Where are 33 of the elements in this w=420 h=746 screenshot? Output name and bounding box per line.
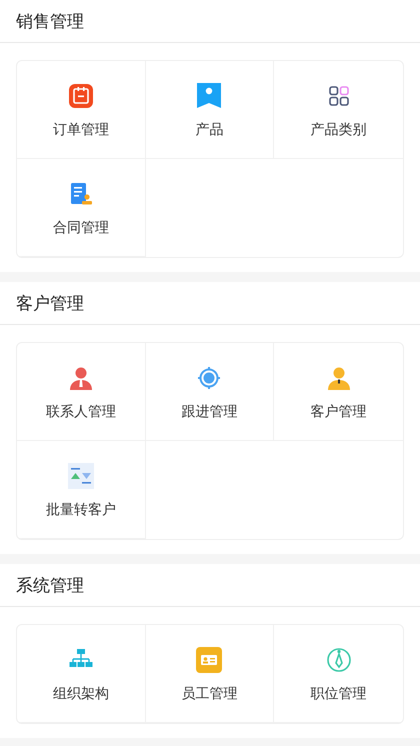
menu-label: 跟进管理 <box>181 403 238 421</box>
menu-label: 职位管理 <box>310 685 367 703</box>
bookmark-icon <box>196 83 222 109</box>
section-title: 系统管理 <box>16 574 84 596</box>
menu-label: 产品 <box>195 121 224 139</box>
menu-label: 组织架构 <box>52 685 109 703</box>
menu-item[interactable]: 客户管理 <box>274 343 403 441</box>
menu-item[interactable]: 员工管理 <box>146 625 274 723</box>
menu-item[interactable]: 联系人管理 <box>17 343 146 441</box>
menu-item[interactable]: 批量转客户 <box>17 441 146 539</box>
person-icon <box>326 365 352 391</box>
menu-label: 订单管理 <box>52 121 109 139</box>
id-card-icon <box>196 647 222 673</box>
section-title: 销售管理 <box>16 10 84 32</box>
target-icon <box>196 365 222 391</box>
menu-label: 客户管理 <box>310 403 367 421</box>
menu-item[interactable]: 职位管理 <box>274 625 403 723</box>
menu-item[interactable]: 产品 <box>146 61 274 159</box>
menu-label: 批量转客户 <box>46 501 116 519</box>
menu-item[interactable]: 跟进管理 <box>146 343 274 441</box>
menu-item[interactable]: 合同管理 <box>17 159 146 257</box>
menu-item[interactable]: 组织架构 <box>17 625 146 723</box>
menu-label: 员工管理 <box>181 685 238 703</box>
section-title: 客户管理 <box>16 292 84 314</box>
calendar-icon <box>68 83 94 109</box>
menu-item[interactable]: 订单管理 <box>17 61 146 159</box>
menu-label: 联系人管理 <box>46 403 116 421</box>
tie-icon <box>326 647 352 673</box>
menu-item[interactable]: 产品类别 <box>274 61 403 159</box>
transfer-icon <box>68 463 94 489</box>
menu-label: 产品类别 <box>310 121 367 139</box>
person-icon <box>68 365 94 391</box>
menu-label: 合同管理 <box>52 219 109 237</box>
